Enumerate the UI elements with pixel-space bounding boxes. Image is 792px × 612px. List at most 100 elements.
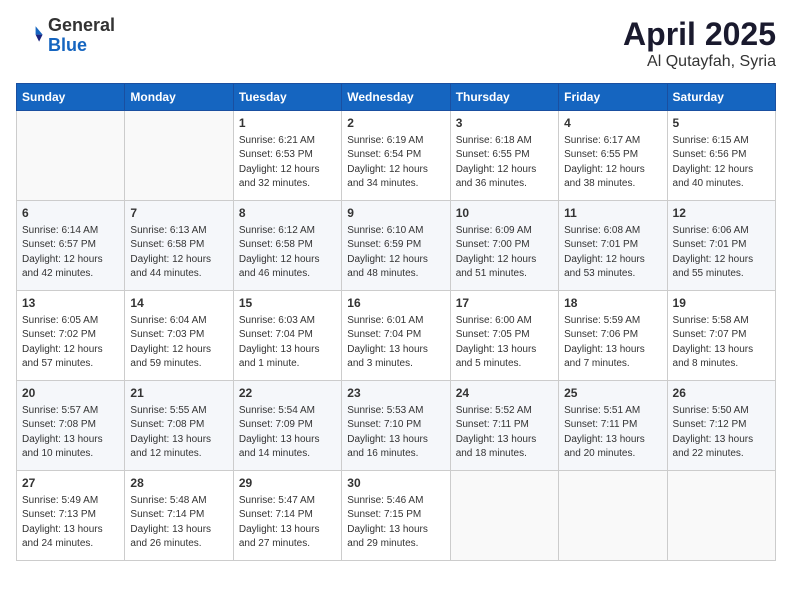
day-number: 30 bbox=[347, 475, 444, 492]
day-number: 7 bbox=[130, 205, 227, 222]
day-number: 27 bbox=[22, 475, 119, 492]
day-number: 29 bbox=[239, 475, 336, 492]
week-row-3: 13 Sunrise: 6:05 AM Sunset: 7:02 PM Dayli… bbox=[17, 291, 776, 381]
day-cell: 24 Sunrise: 5:52 AM Sunset: 7:11 PM Dayli… bbox=[450, 381, 558, 471]
header-row: Sunday Monday Tuesday Wednesday Thursday… bbox=[17, 84, 776, 111]
calendar-title: April 2025 bbox=[623, 16, 776, 53]
day-info: Sunrise: 5:50 AM Sunset: 7:12 PM Dayligh… bbox=[673, 404, 770, 462]
header-monday: Monday bbox=[125, 84, 233, 111]
day-number: 22 bbox=[239, 385, 336, 402]
day-number: 13 bbox=[22, 295, 119, 312]
day-cell: 9 Sunrise: 6:10 AM Sunset: 6:59 PM Daylig… bbox=[342, 201, 450, 291]
day-info: Sunrise: 6:08 AM Sunset: 7:01 PM Dayligh… bbox=[564, 224, 661, 282]
header-sunday: Sunday bbox=[17, 84, 125, 111]
day-number: 9 bbox=[347, 205, 444, 222]
week-row-2: 6Sunrise: 6:14 AM Sunset: 6:57 PM Daylig… bbox=[17, 201, 776, 291]
day-info: Sunrise: 6:04 AM Sunset: 7:03 PM Dayligh… bbox=[130, 314, 227, 372]
day-cell: 14 Sunrise: 6:04 AM Sunset: 7:03 PM Dayli… bbox=[125, 291, 233, 381]
day-info: Sunrise: 5:49 AM Sunset: 7:13 PM Dayligh… bbox=[22, 494, 119, 552]
header-wednesday: Wednesday bbox=[342, 84, 450, 111]
day-info: Sunrise: 6:05 AM Sunset: 7:02 PM Dayligh… bbox=[22, 314, 119, 372]
calendar-subtitle: Al Qutayfah, Syria bbox=[623, 53, 776, 71]
day-info: Sunrise: 6:15 AM Sunset: 6:56 PM Dayligh… bbox=[673, 134, 770, 192]
day-number: 5 bbox=[673, 115, 770, 132]
page-header: General Blue April 2025 Al Qutayfah, Syr… bbox=[16, 16, 776, 71]
day-number: 6 bbox=[22, 205, 119, 222]
day-info: Sunrise: 5:59 AM Sunset: 7:06 PM Dayligh… bbox=[564, 314, 661, 372]
header-thursday: Thursday bbox=[450, 84, 558, 111]
day-number: 17 bbox=[456, 295, 553, 312]
day-number: 20 bbox=[22, 385, 119, 402]
day-cell: 22 Sunrise: 5:54 AM Sunset: 7:09 PM Dayli… bbox=[233, 381, 341, 471]
day-info: Sunrise: 6:09 AM Sunset: 7:00 PM Dayligh… bbox=[456, 224, 553, 282]
day-cell bbox=[559, 471, 667, 561]
day-cell: 1 Sunrise: 6:21 AM Sunset: 6:53 PM Daylig… bbox=[233, 111, 341, 201]
calendar-body: 1 Sunrise: 6:21 AM Sunset: 6:53 PM Daylig… bbox=[17, 111, 776, 561]
day-cell: 16 Sunrise: 6:01 AM Sunset: 7:04 PM Dayli… bbox=[342, 291, 450, 381]
title-block: April 2025 Al Qutayfah, Syria bbox=[623, 16, 776, 71]
day-number: 1 bbox=[239, 115, 336, 132]
day-info: Sunrise: 5:51 AM Sunset: 7:11 PM Dayligh… bbox=[564, 404, 661, 462]
day-cell: 25 Sunrise: 5:51 AM Sunset: 7:11 PM Dayli… bbox=[559, 381, 667, 471]
header-tuesday: Tuesday bbox=[233, 84, 341, 111]
day-info: Sunrise: 6:06 AM Sunset: 7:01 PM Dayligh… bbox=[673, 224, 770, 282]
day-number: 8 bbox=[239, 205, 336, 222]
day-number: 14 bbox=[130, 295, 227, 312]
day-cell: 30 Sunrise: 5:46 AM Sunset: 7:15 PM Dayli… bbox=[342, 471, 450, 561]
day-info: Sunrise: 6:21 AM Sunset: 6:53 PM Dayligh… bbox=[239, 134, 336, 192]
day-number: 19 bbox=[673, 295, 770, 312]
day-info: Sunrise: 5:52 AM Sunset: 7:11 PM Dayligh… bbox=[456, 404, 553, 462]
day-cell: 11 Sunrise: 6:08 AM Sunset: 7:01 PM Dayli… bbox=[559, 201, 667, 291]
day-cell: 15Sunrise: 6:03 AM Sunset: 7:04 PM Dayli… bbox=[233, 291, 341, 381]
day-number: 16 bbox=[347, 295, 444, 312]
day-info: Sunrise: 5:53 AM Sunset: 7:10 PM Dayligh… bbox=[347, 404, 444, 462]
day-cell bbox=[667, 471, 775, 561]
day-number: 2 bbox=[347, 115, 444, 132]
day-cell bbox=[17, 111, 125, 201]
day-number: 24 bbox=[456, 385, 553, 402]
day-info: Sunrise: 6:17 AM Sunset: 6:55 PM Dayligh… bbox=[564, 134, 661, 192]
week-row-5: 27 Sunrise: 5:49 AM Sunset: 7:13 PM Dayli… bbox=[17, 471, 776, 561]
day-cell bbox=[450, 471, 558, 561]
day-number: 18 bbox=[564, 295, 661, 312]
day-cell: 13 Sunrise: 6:05 AM Sunset: 7:02 PM Dayli… bbox=[17, 291, 125, 381]
day-info: Sunrise: 6:19 AM Sunset: 6:54 PM Dayligh… bbox=[347, 134, 444, 192]
day-info: Sunrise: 6:10 AM Sunset: 6:59 PM Dayligh… bbox=[347, 224, 444, 282]
logo-general: General bbox=[48, 16, 115, 36]
day-cell: 12 Sunrise: 6:06 AM Sunset: 7:01 PM Dayli… bbox=[667, 201, 775, 291]
day-info: Sunrise: 5:58 AM Sunset: 7:07 PM Dayligh… bbox=[673, 314, 770, 372]
day-cell bbox=[125, 111, 233, 201]
day-info: Sunrise: 6:01 AM Sunset: 7:04 PM Dayligh… bbox=[347, 314, 444, 372]
day-number: 23 bbox=[347, 385, 444, 402]
day-number: 28 bbox=[130, 475, 227, 492]
calendar-table: Sunday Monday Tuesday Wednesday Thursday… bbox=[16, 83, 776, 561]
day-cell: 19 Sunrise: 5:58 AM Sunset: 7:07 PM Dayli… bbox=[667, 291, 775, 381]
day-number: 4 bbox=[564, 115, 661, 132]
day-info: Sunrise: 6:12 AM Sunset: 6:58 PM Dayligh… bbox=[239, 224, 336, 282]
day-info: Sunrise: 5:57 AM Sunset: 7:08 PM Dayligh… bbox=[22, 404, 119, 462]
day-info: Sunrise: 5:46 AM Sunset: 7:15 PM Dayligh… bbox=[347, 494, 444, 552]
day-cell: 17 Sunrise: 6:00 AM Sunset: 7:05 PM Dayli… bbox=[450, 291, 558, 381]
day-info: Sunrise: 5:54 AM Sunset: 7:09 PM Dayligh… bbox=[239, 404, 336, 462]
day-number: 25 bbox=[564, 385, 661, 402]
day-cell: 18 Sunrise: 5:59 AM Sunset: 7:06 PM Dayli… bbox=[559, 291, 667, 381]
day-cell: 29Sunrise: 5:47 AM Sunset: 7:14 PM Dayli… bbox=[233, 471, 341, 561]
day-info: Sunrise: 6:18 AM Sunset: 6:55 PM Dayligh… bbox=[456, 134, 553, 192]
day-cell: 23 Sunrise: 5:53 AM Sunset: 7:10 PM Dayli… bbox=[342, 381, 450, 471]
day-cell: 3 Sunrise: 6:18 AM Sunset: 6:55 PM Daylig… bbox=[450, 111, 558, 201]
day-cell: 28 Sunrise: 5:48 AM Sunset: 7:14 PM Dayli… bbox=[125, 471, 233, 561]
day-number: 11 bbox=[564, 205, 661, 222]
day-number: 3 bbox=[456, 115, 553, 132]
logo-blue: Blue bbox=[48, 36, 115, 56]
day-number: 15 bbox=[239, 295, 336, 312]
day-number: 12 bbox=[673, 205, 770, 222]
week-row-4: 20 Sunrise: 5:57 AM Sunset: 7:08 PM Dayli… bbox=[17, 381, 776, 471]
day-cell: 8 Sunrise: 6:12 AM Sunset: 6:58 PM Daylig… bbox=[233, 201, 341, 291]
header-friday: Friday bbox=[559, 84, 667, 111]
day-info: Sunrise: 6:00 AM Sunset: 7:05 PM Dayligh… bbox=[456, 314, 553, 372]
day-info: Sunrise: 5:48 AM Sunset: 7:14 PM Dayligh… bbox=[130, 494, 227, 552]
day-cell: 4 Sunrise: 6:17 AM Sunset: 6:55 PM Daylig… bbox=[559, 111, 667, 201]
day-cell: 2 Sunrise: 6:19 AM Sunset: 6:54 PM Daylig… bbox=[342, 111, 450, 201]
day-info: Sunrise: 6:13 AM Sunset: 6:58 PM Dayligh… bbox=[130, 224, 227, 282]
logo: General Blue bbox=[16, 16, 115, 56]
